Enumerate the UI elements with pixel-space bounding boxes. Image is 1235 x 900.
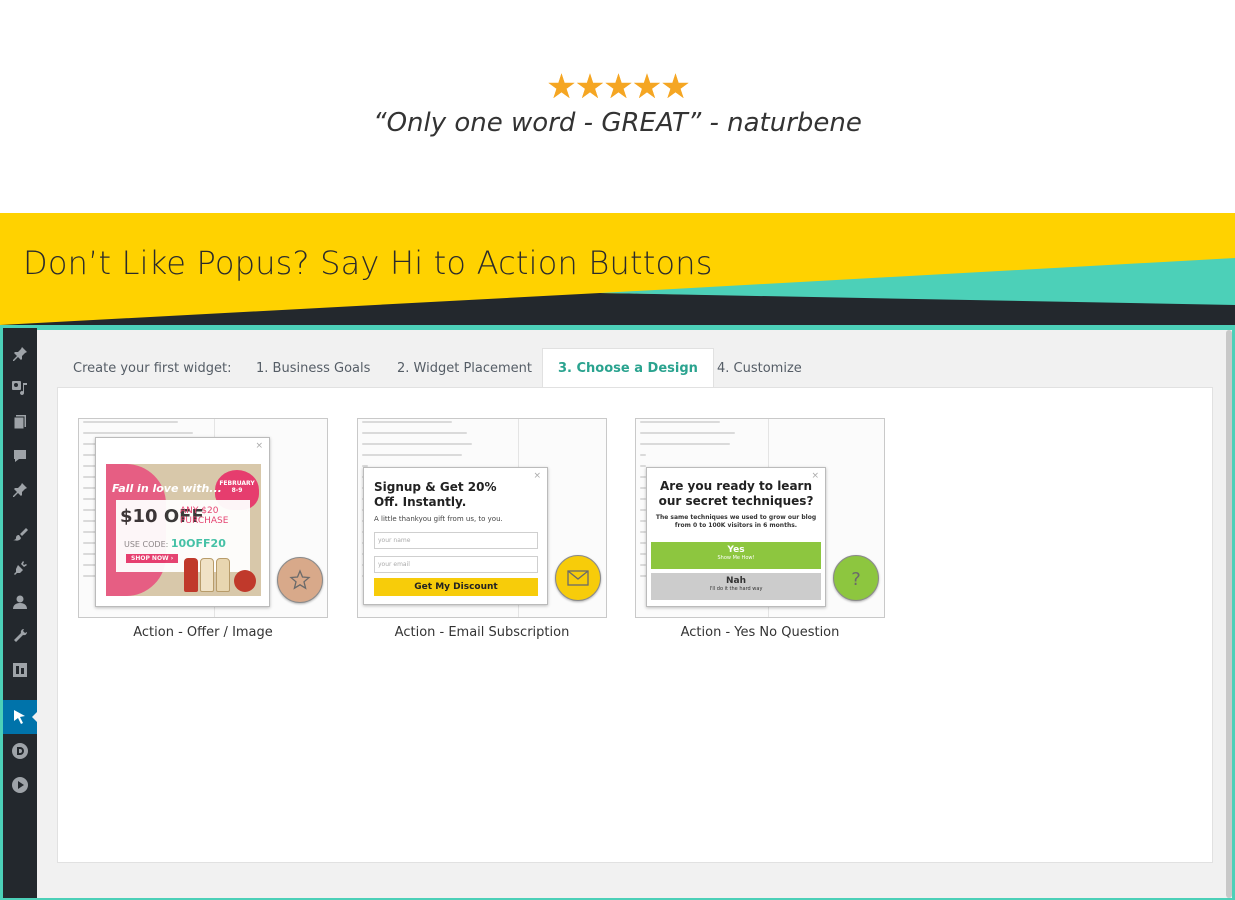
design-card-offer[interactable]: × FEBRUARY 8-9 Fall in love with... $10 … bbox=[78, 418, 328, 618]
design-caption: Action - Email Subscription bbox=[394, 625, 570, 640]
pointer-icon bbox=[14, 710, 25, 724]
settings-icon[interactable] bbox=[10, 662, 30, 680]
star-icon: ★ bbox=[546, 67, 577, 107]
testimonial-quote: “Only one word - GREAT” - naturbene bbox=[373, 108, 862, 138]
offer-image: FEBRUARY 8-9 Fall in love with... $10 OF… bbox=[106, 464, 261, 596]
product-jar bbox=[234, 570, 256, 592]
product-bottle bbox=[216, 558, 230, 592]
popup-subtitle: The same techniques we used to grow our … bbox=[655, 514, 817, 529]
offer-code: 10OFF20 bbox=[170, 537, 226, 550]
action-button-preview: ? bbox=[833, 555, 879, 601]
offer-condition: ANY $20 PURCHASE bbox=[180, 506, 229, 526]
discount-button: Get My Discount bbox=[374, 578, 538, 596]
star-icon: ★ bbox=[603, 67, 634, 107]
yes-button: Yes Show Me How! bbox=[651, 542, 821, 569]
d-logo-icon[interactable] bbox=[10, 742, 30, 760]
no-sublabel: I'll do it the hard way bbox=[709, 586, 763, 592]
comments-icon[interactable] bbox=[10, 448, 30, 466]
offer-code-line: USE CODE: 10OFF20 bbox=[124, 537, 226, 550]
users-icon[interactable] bbox=[10, 594, 30, 612]
wizard-tabs: Create your first widget: 1. Business Go… bbox=[57, 348, 1213, 389]
rating-stars: ★★★★★ bbox=[0, 70, 1235, 104]
yes-label: Yes bbox=[727, 545, 745, 555]
banner-title: Don’t Like Popus? Say Hi to Action Butto… bbox=[23, 244, 713, 282]
star-badge-icon bbox=[289, 569, 311, 590]
star-icon: ★ bbox=[574, 67, 606, 107]
popup-title: Signup & Get 20% Off. Instantly. bbox=[374, 480, 497, 509]
design-card-yes-no[interactable]: × Are you ready to learn our secret tech… bbox=[635, 418, 885, 618]
pin-icon[interactable] bbox=[10, 482, 30, 500]
scrollbar[interactable] bbox=[1226, 330, 1232, 898]
name-field: your name bbox=[374, 532, 538, 549]
envelope-icon bbox=[567, 570, 589, 586]
product-bottle bbox=[184, 558, 198, 592]
play-icon[interactable] bbox=[10, 776, 30, 794]
close-icon[interactable]: × bbox=[533, 471, 541, 481]
design-card-email[interactable]: × Signup & Get 20% Off. Instantly. A lit… bbox=[357, 418, 607, 618]
offer-popup: × FEBRUARY 8-9 Fall in love with... $10 … bbox=[95, 437, 270, 607]
action-button-preview bbox=[277, 557, 323, 603]
tools-icon[interactable] bbox=[10, 628, 30, 646]
star-icon: ★ bbox=[660, 67, 691, 107]
offer-tagline: Fall in love with... bbox=[112, 482, 222, 495]
offer-code-label: USE CODE: bbox=[124, 540, 169, 549]
action-button-preview bbox=[555, 555, 601, 601]
tab-choose-design[interactable]: 3. Choose a Design bbox=[542, 348, 714, 389]
tab-widget-placement[interactable]: 2. Widget Placement bbox=[397, 361, 532, 376]
tab-customize[interactable]: 4. Customize bbox=[717, 361, 802, 376]
product-bottle bbox=[200, 558, 214, 592]
no-label: Nah bbox=[725, 576, 746, 586]
plugins-icon[interactable] bbox=[10, 560, 30, 578]
media-icon[interactable] bbox=[10, 380, 30, 398]
close-icon[interactable]: × bbox=[255, 441, 263, 451]
tab-business-goals[interactable]: 1. Business Goals bbox=[256, 361, 370, 376]
question-popup: × Are you ready to learn our secret tech… bbox=[646, 467, 826, 607]
offer-shop-button: SHOP NOW › bbox=[126, 554, 179, 563]
pin-icon[interactable] bbox=[10, 346, 30, 364]
yes-sublabel: Show Me How! bbox=[717, 555, 755, 561]
design-caption: Action - Yes No Question bbox=[680, 625, 840, 640]
no-button: Nah I'll do it the hard way bbox=[651, 573, 821, 600]
star-icon: ★ bbox=[631, 67, 663, 107]
wizard-intro: Create your first widget: bbox=[73, 361, 232, 376]
email-field: your email bbox=[374, 556, 538, 573]
admin-sidebar bbox=[3, 328, 38, 898]
design-caption: Action - Offer / Image bbox=[133, 625, 273, 640]
appearance-icon[interactable] bbox=[10, 526, 30, 544]
popup-title: Are you ready to learn our secret techni… bbox=[658, 479, 814, 508]
popup-subtitle: A little thankyou gift from us, to you. bbox=[374, 515, 503, 523]
pages-icon[interactable] bbox=[10, 414, 30, 432]
question-icon: ? bbox=[851, 569, 861, 590]
sidebar-item-action-buttons[interactable] bbox=[3, 700, 38, 734]
email-popup: × Signup & Get 20% Off. Instantly. A lit… bbox=[363, 467, 548, 605]
